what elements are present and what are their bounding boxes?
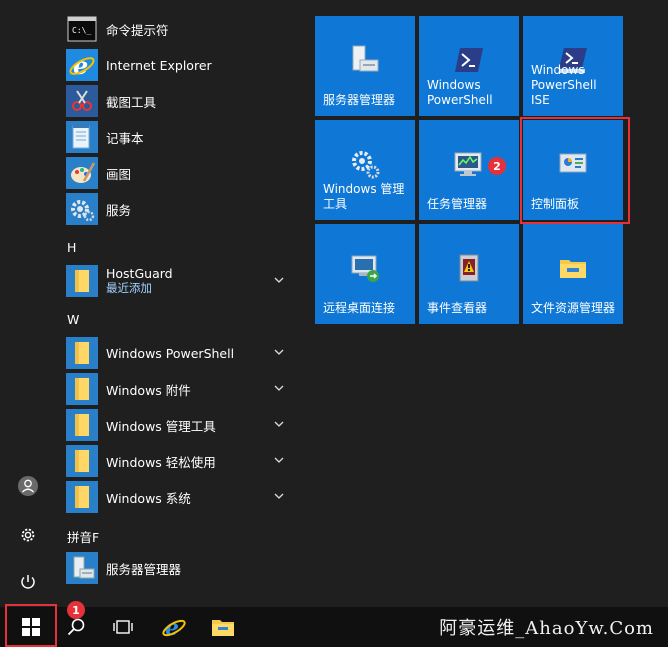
tile-windows-powershell-ise[interactable]: Windows PowerShell ISE bbox=[523, 16, 623, 116]
chevron-down-icon[interactable] bbox=[274, 383, 284, 393]
folder-icon bbox=[66, 481, 98, 513]
power-icon bbox=[21, 575, 35, 589]
chevron-down-icon[interactable] bbox=[274, 455, 284, 465]
task-view-button[interactable] bbox=[103, 611, 143, 643]
tile-event-viewer[interactable]: 事件查看器 bbox=[419, 224, 519, 324]
app-name: Windows 系统 bbox=[106, 490, 191, 506]
tile-label: 远程桌面连接 bbox=[323, 301, 396, 315]
app-name: Windows 管理工具 bbox=[106, 418, 216, 434]
services-gear-icon bbox=[66, 193, 98, 225]
app-item-paint[interactable]: 画图 bbox=[66, 156, 302, 190]
remote-desktop-icon bbox=[351, 255, 379, 282]
paint-icon bbox=[66, 157, 98, 189]
search-icon bbox=[67, 618, 85, 636]
app-item-windows-ease-of-access-folder[interactable]: Windows 轻松使用 bbox=[66, 444, 302, 478]
tile-label: 事件查看器 bbox=[427, 301, 488, 315]
tile-remote-desktop[interactable]: 远程桌面连接 bbox=[315, 224, 415, 324]
app-name: 截图工具 bbox=[106, 94, 157, 110]
taskbar: 1 e 阿豪运维_AhaoYw.Com bbox=[0, 601, 668, 647]
task-view-icon bbox=[113, 620, 133, 634]
ie-icon: e bbox=[162, 615, 186, 640]
app-item-snipping[interactable]: 截图工具 bbox=[66, 84, 302, 118]
app-item-windows-system-folder[interactable]: Windows 系统 bbox=[66, 480, 302, 514]
app-name: Windows PowerShell bbox=[106, 345, 235, 361]
app-item-notepad[interactable]: 记事本 bbox=[66, 120, 302, 154]
chevron-down-icon[interactable] bbox=[274, 347, 284, 357]
step-badge-one: 1 bbox=[67, 601, 85, 619]
app-name: HostGuard bbox=[106, 266, 173, 281]
tile-label: Windows PowerShell ISE bbox=[531, 63, 597, 107]
tile-admin-tools[interactable]: Windows 管理工具 bbox=[315, 120, 415, 220]
tile-label: 文件资源管理器 bbox=[531, 301, 616, 315]
app-name: Internet Explorer bbox=[106, 57, 212, 73]
tile-label: Windows 管理工具 bbox=[323, 182, 405, 211]
tile-label: Windows PowerShell bbox=[427, 78, 493, 107]
tile-label: 服务器管理器 bbox=[323, 93, 396, 107]
watermark-text: 阿豪运维_AhaoYw.Com bbox=[439, 618, 654, 639]
tile-label: 任务管理器 bbox=[427, 197, 488, 211]
highlight-box-start bbox=[5, 604, 57, 647]
admin-tools-icon bbox=[352, 151, 380, 179]
settings-button[interactable] bbox=[12, 519, 44, 551]
taskbar-ie-button[interactable]: e bbox=[154, 611, 194, 643]
app-name: 服务 bbox=[106, 202, 132, 218]
app-name: 服务器管理器 bbox=[106, 561, 182, 577]
group-header-h[interactable]: H bbox=[67, 240, 76, 255]
powershell-icon bbox=[455, 48, 483, 72]
svg-text:C:\_: C:\_ bbox=[72, 26, 91, 35]
chevron-down-icon[interactable] bbox=[274, 275, 284, 285]
app-item-server-manager[interactable]: 服务器管理器 bbox=[66, 551, 302, 585]
tile-file-explorer[interactable]: 文件资源管理器 bbox=[523, 224, 623, 324]
app-item-hostguard[interactable]: HostGuard 最近添加 bbox=[66, 264, 302, 298]
server-manager-icon bbox=[66, 552, 98, 584]
task-manager-icon bbox=[454, 152, 482, 176]
snipping-tool-icon bbox=[66, 85, 98, 117]
file-explorer-icon bbox=[560, 260, 586, 278]
folder-icon bbox=[66, 337, 98, 369]
folder-icon bbox=[66, 445, 98, 477]
group-header-w[interactable]: W bbox=[67, 312, 79, 327]
app-item-windows-admin-tools-folder[interactable]: Windows 管理工具 bbox=[66, 408, 302, 442]
app-name: 画图 bbox=[106, 166, 132, 182]
taskbar-file-explorer-button[interactable] bbox=[203, 611, 243, 643]
group-header-pinyin-f[interactable]: 拼音F bbox=[67, 527, 99, 546]
cmd-icon: C:\_ bbox=[66, 13, 98, 45]
event-viewer-icon bbox=[459, 254, 479, 282]
file-explorer-icon bbox=[212, 620, 234, 636]
start-menu: C:\_ 命令提示符 e Internet Explorer 截图工具 记事本 bbox=[0, 0, 668, 607]
app-item-cmd[interactable]: C:\_ 命令提示符 bbox=[66, 12, 302, 46]
app-name: 记事本 bbox=[106, 130, 144, 146]
folder-icon bbox=[66, 265, 98, 297]
app-item-windows-accessories-folder[interactable]: Windows 附件 bbox=[66, 372, 302, 406]
app-item-windows-powershell-folder[interactable]: Windows PowerShell bbox=[66, 336, 302, 370]
notepad-icon bbox=[66, 121, 98, 153]
power-button[interactable] bbox=[12, 566, 44, 598]
recently-added-label: 最近添加 bbox=[106, 281, 152, 295]
chevron-down-icon[interactable] bbox=[274, 491, 284, 501]
left-rail bbox=[0, 0, 55, 607]
highlight-box-control-panel bbox=[520, 117, 630, 224]
app-item-ie[interactable]: e Internet Explorer bbox=[66, 48, 302, 82]
app-item-services[interactable]: 服务 bbox=[66, 192, 302, 226]
app-name: Windows 附件 bbox=[106, 382, 191, 398]
user-account-button[interactable] bbox=[12, 470, 44, 502]
step-badge-two: 2 bbox=[488, 157, 506, 175]
server-manager-icon bbox=[352, 45, 379, 72]
ie-icon: e bbox=[66, 49, 98, 81]
folder-icon bbox=[66, 373, 98, 405]
app-list: C:\_ 命令提示符 e Internet Explorer 截图工具 记事本 bbox=[62, 10, 306, 607]
gear-icon bbox=[21, 528, 35, 542]
chevron-down-icon[interactable] bbox=[274, 419, 284, 429]
user-avatar-icon bbox=[18, 476, 38, 496]
tile-server-manager[interactable]: 服务器管理器 bbox=[315, 16, 415, 116]
app-name: 命令提示符 bbox=[106, 22, 169, 38]
tile-windows-powershell[interactable]: Windows PowerShell bbox=[419, 16, 519, 116]
app-name: Windows 轻松使用 bbox=[106, 454, 216, 470]
folder-icon bbox=[66, 409, 98, 441]
